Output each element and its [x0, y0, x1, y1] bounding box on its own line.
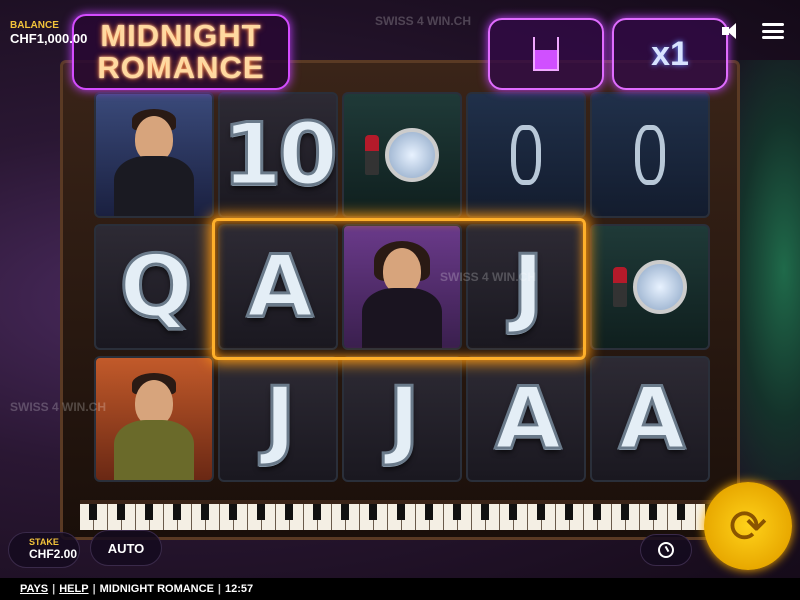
turbo-speed-icon	[658, 542, 674, 558]
symbol-a: A	[590, 356, 710, 482]
feature-indicator	[488, 18, 604, 90]
footer-game-name: MIDNIGHT ROMANCE	[99, 583, 214, 595]
symbol-car-keys	[590, 92, 710, 218]
logo-line-1: MIDNIGHT	[100, 18, 262, 53]
top-controls	[722, 22, 784, 40]
symbol-j: J	[342, 356, 462, 482]
footer-bar: PAYS | HELP | MIDNIGHT ROMANCE | 12:57	[0, 578, 800, 600]
game-logo: MIDNIGHT ROMANCE	[72, 14, 290, 90]
speaker-icon[interactable]	[722, 22, 744, 40]
symbol-woman	[342, 224, 462, 350]
symbol-a: A	[466, 356, 586, 482]
auto-button[interactable]: AUTO	[90, 530, 162, 566]
symbol-a: A	[218, 224, 338, 350]
piano-black-keys	[80, 504, 720, 520]
turbo-speed-button[interactable]	[640, 534, 692, 566]
multiplier-display: x1	[612, 18, 728, 90]
symbol-makeup-compact	[590, 224, 710, 350]
stake-label: STAKE	[29, 537, 59, 547]
logo-line-2: ROMANCE	[97, 50, 265, 85]
spin-arrows-icon: ⟳	[728, 499, 768, 553]
stake-button[interactable]: STAKE CHF2.00	[8, 532, 80, 568]
symbol-man-glasses	[94, 356, 214, 482]
hamburger-menu-icon[interactable]	[762, 23, 784, 39]
spin-button[interactable]: ⟳	[704, 482, 792, 570]
symbol-car-keys	[466, 92, 586, 218]
symbol-man-bartender	[94, 92, 214, 218]
multiplier-value: x1	[651, 34, 689, 73]
help-link[interactable]: HELP	[59, 583, 88, 595]
symbol-10: 10	[218, 92, 338, 218]
watermark: SWISS 4 WIN.CH	[375, 14, 472, 28]
footer-time: 12:57	[225, 583, 254, 595]
symbol-q: Q	[94, 224, 214, 350]
pays-link[interactable]: PAYS	[20, 583, 48, 595]
stake-value: CHF2.00	[29, 547, 78, 561]
balance-display: BALANCE CHF1,000.00	[10, 20, 87, 46]
cocktail-glass-icon	[533, 37, 559, 71]
symbol-makeup-compact	[342, 92, 462, 218]
balance-value: CHF1,000.00	[10, 31, 88, 46]
symbol-j: J	[218, 356, 338, 482]
symbol-j: J	[466, 224, 586, 350]
balance-label: BALANCE	[10, 20, 59, 31]
reel-grid: Q 10 A J J J A A	[92, 92, 710, 488]
